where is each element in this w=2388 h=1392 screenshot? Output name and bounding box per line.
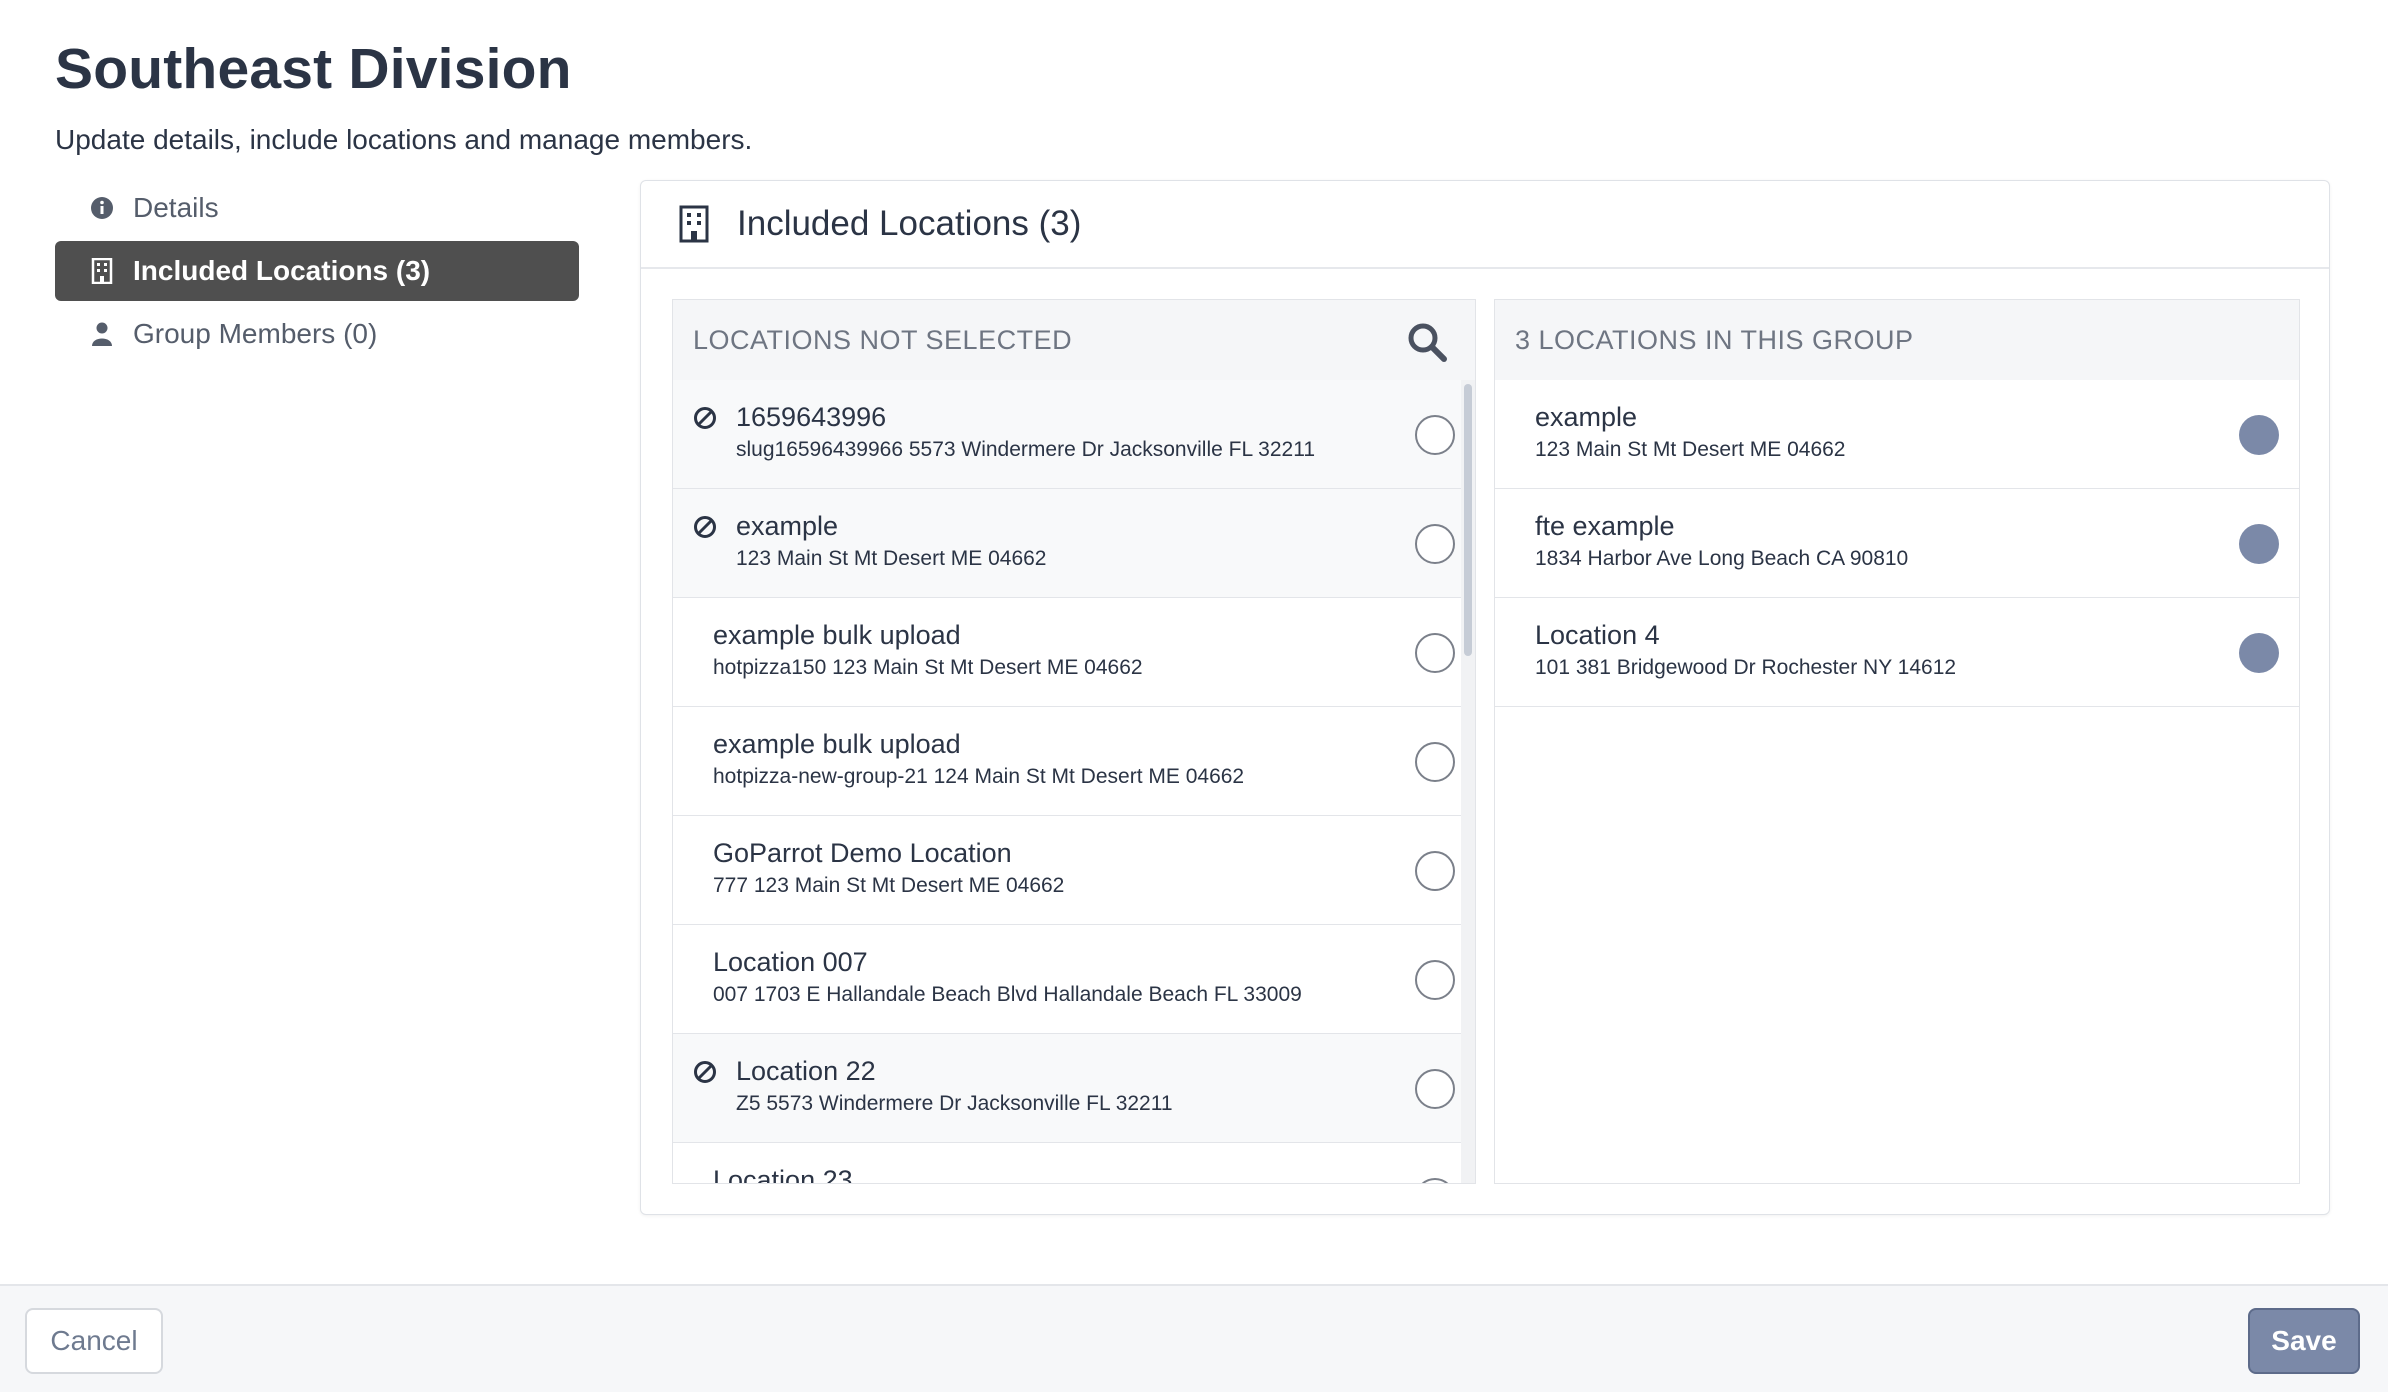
sidebar-item-details[interactable]: Details — [55, 178, 579, 238]
sidebar-item-label: Included Locations (3) — [133, 255, 431, 286]
cancel-button[interactable]: Cancel — [25, 1308, 163, 1374]
list-item[interactable]: example 123 Main St Mt Desert ME 04662 — [1495, 380, 2299, 489]
included-locations-panel: Included Locations (3) LOCATIONS NOT SEL… — [640, 180, 2330, 1215]
footer-bar: Cancel Save — [0, 1284, 2388, 1392]
location-name: Location 22 — [736, 1056, 876, 1086]
list-item[interactable]: example 123 Main St Mt Desert ME 04662 — [673, 489, 1475, 598]
list-item[interactable]: 1659643996 slug16596439966 5573 Winderme… — [673, 380, 1475, 489]
location-address: slug16596439966 5573 Windermere Dr Jacks… — [736, 438, 1316, 461]
location-name: example bulk upload — [713, 620, 961, 650]
location-address: hotpizza-new-group-21 124 Main St Mt Des… — [713, 765, 1245, 788]
location-name: 1659643996 — [736, 402, 887, 432]
panel-header: Included Locations (3) — [641, 181, 2329, 269]
ban-icon — [693, 1060, 717, 1084]
info-circle-icon — [89, 195, 115, 221]
locations-in-group-header: 3 LOCATIONS IN THIS GROUP — [1495, 300, 2299, 380]
selected-radio[interactable] — [2239, 415, 2279, 455]
location-address: 1834 Harbor Ave Long Beach CA 90810 — [1535, 547, 1909, 570]
building-icon — [89, 258, 115, 284]
location-name: Location 4 — [1535, 620, 1660, 650]
select-radio[interactable] — [1415, 633, 1455, 673]
list-item[interactable]: Location 22 Z5 5573 Windermere Dr Jackso… — [673, 1034, 1475, 1143]
locations-not-selected-header: LOCATIONS NOT SELECTED — [673, 300, 1475, 380]
list-item[interactable]: example bulk upload hotpizza150 123 Main… — [673, 598, 1475, 707]
save-button[interactable]: Save — [2248, 1308, 2360, 1374]
select-radio[interactable] — [1415, 851, 1455, 891]
list-item[interactable]: GoParrot Demo Location 777 123 Main St M… — [673, 816, 1475, 925]
page-subtitle: Update details, include locations and ma… — [55, 124, 753, 155]
list-item[interactable]: fte example 1834 Harbor Ave Long Beach C… — [1495, 489, 2299, 598]
ban-icon — [693, 406, 717, 430]
list-item[interactable]: Location 4 101 381 Bridgewood Dr Rochest… — [1495, 598, 2299, 707]
location-name: example bulk upload — [713, 729, 961, 759]
selected-radio[interactable] — [2239, 524, 2279, 564]
building-icon — [679, 205, 711, 243]
panel-title: Included Locations (3) — [737, 204, 1082, 243]
sidebar-item-included-locations[interactable]: Included Locations (3) — [55, 241, 579, 301]
location-name: Location 23 — [713, 1165, 853, 1184]
user-icon — [89, 321, 115, 347]
select-radio[interactable] — [1415, 742, 1455, 782]
location-name: fte example — [1535, 511, 1675, 541]
sidebar-item-label: Details — [133, 192, 219, 223]
location-name: example — [736, 511, 839, 541]
location-address: Z5 5573 Windermere Dr Jacksonville FL 32… — [736, 1092, 1173, 1115]
select-radio[interactable] — [1415, 1178, 1455, 1183]
location-address: 123 Main St Mt Desert ME 04662 — [1535, 438, 1846, 461]
location-address: 123 Main St Mt Desert ME 04662 — [736, 547, 1047, 570]
column-header-label: 3 LOCATIONS IN THIS GROUP — [1515, 324, 1914, 355]
list-item[interactable]: Location 23 — [673, 1143, 1475, 1184]
location-name: Location 007 — [713, 947, 868, 977]
scrollbar-thumb[interactable] — [1464, 384, 1472, 656]
select-radio[interactable] — [1415, 415, 1455, 455]
location-address: 007 1703 E Hallandale Beach Blvd Halland… — [713, 983, 1302, 1006]
location-name: example — [1535, 402, 1638, 432]
location-address: 101 381 Bridgewood Dr Rochester NY 14612 — [1535, 656, 1957, 679]
sidebar: Details Included Locations (3) Group Mem… — [55, 178, 579, 367]
list-item[interactable]: Location 007 007 1703 E Hallandale Beach… — [673, 925, 1475, 1034]
locations-in-group-list: 3 LOCATIONS IN THIS GROUP example 123 Ma… — [1494, 299, 2300, 1184]
search-icon[interactable] — [1407, 322, 1447, 362]
column-header-label: LOCATIONS NOT SELECTED — [693, 324, 1073, 355]
ban-icon — [693, 515, 717, 539]
select-radio[interactable] — [1415, 960, 1455, 1000]
location-address: 777 123 Main St Mt Desert ME 04662 — [713, 874, 1065, 897]
list-item[interactable]: example bulk upload hotpizza-new-group-2… — [673, 707, 1475, 816]
select-radio[interactable] — [1415, 1069, 1455, 1109]
sidebar-item-group-members[interactable]: Group Members (0) — [55, 304, 579, 364]
locations-not-selected-list: LOCATIONS NOT SELECTED 1659643996 slug16… — [672, 299, 1476, 1184]
select-radio[interactable] — [1415, 524, 1455, 564]
location-name: GoParrot Demo Location — [713, 838, 1012, 868]
location-address: hotpizza150 123 Main St Mt Desert ME 046… — [713, 656, 1143, 679]
selected-radio[interactable] — [2239, 633, 2279, 673]
page-title: Southeast Division — [55, 37, 572, 101]
sidebar-item-label: Group Members (0) — [133, 318, 378, 349]
